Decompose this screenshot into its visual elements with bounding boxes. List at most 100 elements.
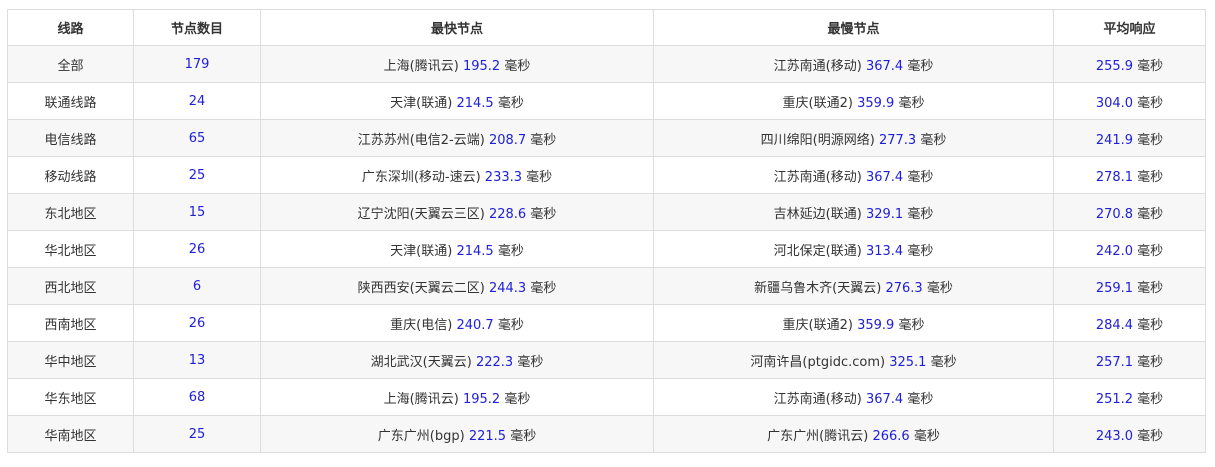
average-latency: 278.1: [1095, 169, 1134, 185]
latency-unit: 毫秒: [1137, 206, 1164, 222]
node-count: 24: [188, 93, 206, 109]
cell-average-response: 270.8 毫秒: [1053, 193, 1206, 231]
cell-route: 西北地区: [7, 267, 134, 305]
latency-unit: 毫秒: [1137, 391, 1164, 407]
latency-unit: 毫秒: [504, 58, 531, 74]
cell-slowest-node: 江苏南通(移动) 367.4 毫秒: [653, 45, 1054, 83]
latency-unit: 毫秒: [1137, 280, 1164, 296]
route-name: 华中地区: [44, 354, 97, 370]
route-name: 东北地区: [44, 206, 97, 222]
cell-average-response: 242.0 毫秒: [1053, 230, 1206, 268]
header-row: 线路 节点数目 最快节点 最慢节点 平均响应: [7, 9, 1206, 46]
slowest-node-latency: 367.4: [865, 391, 904, 407]
latency-unit: 毫秒: [1137, 169, 1164, 185]
latency-unit: 毫秒: [530, 132, 557, 148]
table-row: 东北地区 15 辽宁沈阳(天翼云三区) 228.6 毫秒 吉林延边(联通) 329.1…: [7, 193, 1206, 231]
latency-unit: 毫秒: [1137, 243, 1164, 259]
latency-table-container: 线路 节点数目 最快节点 最慢节点 平均响应 全部 179 上海(腾讯云) 195.…: [7, 9, 1206, 453]
latency-unit: 毫秒: [930, 354, 957, 370]
fastest-node-latency: 195.2: [462, 391, 501, 407]
fastest-node-latency: 228.6: [488, 206, 527, 222]
fastest-node-latency: 214.5: [456, 95, 494, 111]
latency-unit: 毫秒: [517, 354, 544, 370]
fastest-node-name: 广东深圳(移动-速云): [361, 169, 481, 185]
cell-route: 华南地区: [7, 415, 134, 453]
route-name: 移动线路: [44, 169, 97, 185]
fastest-node-latency: 221.5: [468, 428, 507, 444]
latency-unit: 毫秒: [1137, 428, 1164, 444]
cell-fastest-node: 天津(联通) 214.5 毫秒: [260, 82, 654, 120]
latency-unit: 毫秒: [1137, 58, 1164, 74]
latency-unit: 毫秒: [907, 169, 934, 185]
route-name: 电信线路: [44, 132, 97, 148]
header-node-count: 节点数目: [133, 9, 261, 46]
node-count: 26: [188, 315, 206, 331]
cell-fastest-node: 上海(腾讯云) 195.2 毫秒: [260, 378, 654, 416]
average-latency: 255.9: [1095, 58, 1134, 74]
table-row: 华中地区 13 湖北武汉(天翼云) 222.3 毫秒 河南许昌(ptgidc.com)…: [7, 341, 1206, 379]
cell-average-response: 259.1 毫秒: [1053, 267, 1206, 305]
cell-average-response: 243.0 毫秒: [1053, 415, 1206, 453]
slowest-node-latency: 277.3: [878, 132, 917, 148]
latency-unit: 毫秒: [1137, 95, 1164, 111]
cell-route: 电信线路: [7, 119, 134, 157]
latency-unit: 毫秒: [530, 206, 557, 222]
cell-route: 华东地区: [7, 378, 134, 416]
average-latency: 251.2: [1095, 391, 1134, 407]
fastest-node-name: 上海(腾讯云): [383, 391, 459, 407]
cell-fastest-node: 辽宁沈阳(天翼云三区) 228.6 毫秒: [260, 193, 654, 231]
cell-node-count: 26: [133, 230, 261, 268]
cell-average-response: 284.4 毫秒: [1053, 304, 1206, 342]
slowest-node-latency: 367.4: [865, 58, 904, 74]
cell-slowest-node: 河北保定(联通) 313.4 毫秒: [653, 230, 1054, 268]
cell-node-count: 25: [133, 156, 261, 194]
fastest-node-latency: 240.7: [456, 317, 494, 333]
node-count: 179: [184, 56, 210, 72]
latency-unit: 毫秒: [920, 132, 947, 148]
average-latency: 304.0: [1095, 95, 1134, 111]
cell-slowest-node: 江苏南通(移动) 367.4 毫秒: [653, 156, 1054, 194]
fastest-node-name: 湖北武汉(天翼云): [370, 354, 472, 370]
cell-slowest-node: 重庆(联通2) 359.9 毫秒: [653, 304, 1054, 342]
cell-slowest-node: 新疆乌鲁木齐(天翼云) 276.3 毫秒: [653, 267, 1054, 305]
slowest-node-name: 新疆乌鲁木齐(天翼云): [754, 280, 882, 296]
average-latency: 257.1: [1095, 354, 1134, 370]
latency-unit: 毫秒: [1137, 317, 1164, 333]
latency-unit: 毫秒: [926, 280, 953, 296]
cell-slowest-node: 重庆(联通2) 359.9 毫秒: [653, 82, 1054, 120]
latency-table: 线路 节点数目 最快节点 最慢节点 平均响应 全部 179 上海(腾讯云) 195.…: [7, 9, 1206, 453]
cell-average-response: 241.9 毫秒: [1053, 119, 1206, 157]
cell-fastest-node: 江苏苏州(电信2-云端) 208.7 毫秒: [260, 119, 654, 157]
cell-route: 全部: [7, 45, 134, 83]
cell-fastest-node: 上海(腾讯云) 195.2 毫秒: [260, 45, 654, 83]
node-count: 25: [188, 167, 206, 183]
cell-average-response: 278.1 毫秒: [1053, 156, 1206, 194]
table-row: 华南地区 25 广东广州(bgp) 221.5 毫秒 广东广州(腾讯云) 266.6 …: [7, 415, 1206, 453]
average-latency: 243.0: [1095, 428, 1134, 444]
latency-unit: 毫秒: [907, 58, 934, 74]
fastest-node-latency: 233.3: [484, 169, 523, 185]
cell-node-count: 6: [133, 267, 261, 305]
slowest-node-name: 江苏南通(移动): [773, 169, 862, 185]
slowest-node-name: 河北保定(联通): [773, 243, 862, 259]
average-latency: 270.8: [1095, 206, 1134, 222]
latency-unit: 毫秒: [913, 428, 940, 444]
header-fastest-node: 最快节点: [260, 9, 654, 46]
fastest-node-latency: 214.5: [456, 243, 494, 259]
cell-average-response: 251.2 毫秒: [1053, 378, 1206, 416]
cell-slowest-node: 江苏南通(移动) 367.4 毫秒: [653, 378, 1054, 416]
cell-node-count: 26: [133, 304, 261, 342]
route-name: 华南地区: [44, 428, 97, 444]
slowest-node-name: 四川绵阳(明源网络): [760, 132, 875, 148]
average-latency: 259.1: [1095, 280, 1134, 296]
fastest-node-name: 天津(联通): [390, 95, 453, 111]
average-latency: 241.9: [1095, 132, 1134, 148]
latency-unit: 毫秒: [530, 280, 557, 296]
node-count: 68: [188, 389, 206, 405]
node-count: 25: [188, 426, 206, 442]
latency-unit: 毫秒: [898, 95, 925, 111]
fastest-node-latency: 244.3: [488, 280, 527, 296]
route-name: 西南地区: [44, 317, 97, 333]
slowest-node-latency: 276.3: [885, 280, 923, 296]
latency-unit: 毫秒: [526, 169, 553, 185]
